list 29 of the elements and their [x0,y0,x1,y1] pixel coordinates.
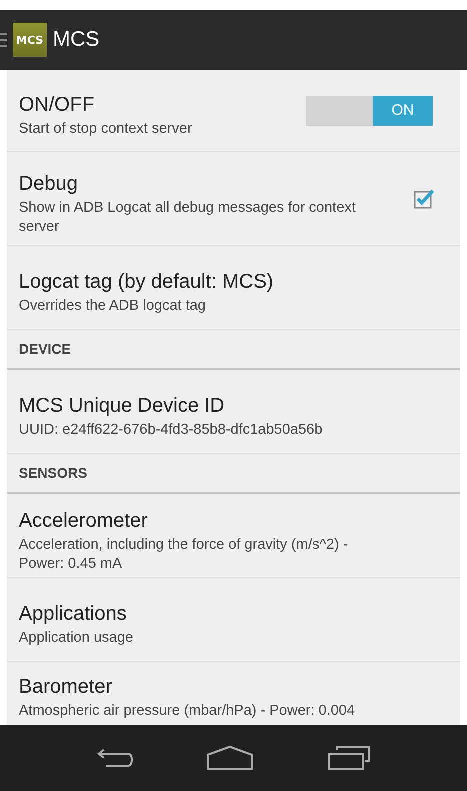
section-title: DEVICE [19,341,72,357]
preference-row[interactable]: Accelerometer Acceleration, including the force of gravity (m/s^2) - Power: 0.45 mA [7,494,460,578]
preference-title: MCS Unique Device ID [19,395,226,418]
preference-summary: Atmospheric air pressure (mbar/hPa) - Power: 0.004 [19,702,356,720]
preference-row[interactable]: Applications Application usage [7,578,460,662]
app-logo[interactable]: MCS [13,23,47,57]
app-title: MCS [53,28,100,52]
preference-summary: UUID: e24ff622-676b-4fd3-85b8-dfc1ab50a56b [19,421,324,440]
preference-summary: Show in ADB Logcat all debug messages for context server [19,198,357,236]
menu-icon[interactable] [0,32,7,48]
preference-title: Applications [19,603,128,626]
preference-summary: Application usage [19,629,134,648]
back-icon[interactable] [96,747,134,769]
preference-title: ON/OFF [19,94,96,118]
preference-summary: Start of stop context server [19,120,194,139]
preference-row[interactable]: Logcat tag (by default: MCS) Overrides the ADB logcat tag [7,246,460,330]
preference-title: Barometer [19,676,114,699]
preference-row[interactable]: Debug Show in ADB Logcat all debug messages for context server [7,152,460,246]
home-icon[interactable] [206,745,254,771]
preference-title: Accelerometer [19,510,149,533]
section-title: SENSORS [19,465,88,481]
preference-row[interactable]: Barometer Atmospheric air pressure (mbar/hPa) - Power: 0.004 [7,662,460,722]
preference-summary: Overrides the ADB logcat tag [19,297,207,316]
checkbox[interactable] [414,188,434,208]
preference-summary: Acceleration, including the force of gravity (m/s^2) - Power: 0.45 mA [19,536,350,574]
preference-title: Logcat tag (by default: MCS) [19,271,275,294]
recent-apps-icon[interactable] [326,745,371,771]
preference-row[interactable]: MCS Unique Device ID UUID: e24ff622-676b-4fd3-85b8-dfc1ab50a56b [7,370,460,454]
preference-title: Debug [19,172,79,196]
